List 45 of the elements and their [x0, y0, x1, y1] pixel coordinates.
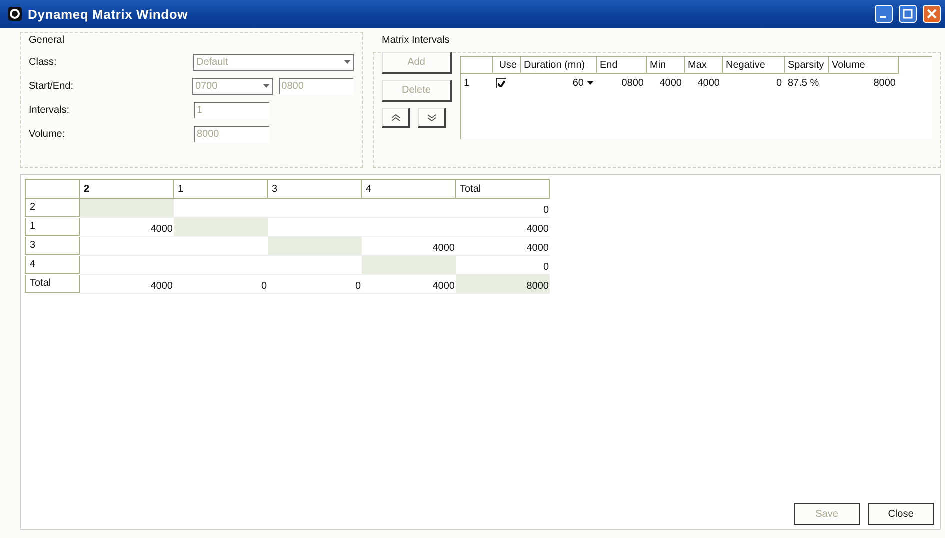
corner-cell — [25, 179, 80, 199]
column-header: Total — [456, 179, 550, 199]
duration-dropdown[interactable]: 60 — [572, 78, 594, 88]
column-header: Sparsity — [785, 57, 829, 74]
matrix-cell: 8000 — [456, 275, 550, 294]
window-title: Dynameq Matrix Window — [28, 6, 190, 22]
close-button[interactable] — [923, 5, 941, 23]
caret-icon — [587, 81, 594, 85]
table-cell-text: 0 — [775, 76, 783, 90]
column-header: 2 — [80, 179, 174, 199]
field-label: Volume: — [29, 128, 66, 140]
close-icon — [927, 9, 937, 19]
double-down-icon — [426, 114, 436, 122]
use-checkbox[interactable] — [496, 78, 506, 88]
table-cell-text: 4000 — [658, 76, 683, 90]
field-label: Intervals: — [29, 104, 71, 116]
maximize-button[interactable] — [899, 5, 917, 23]
row-number: 1 — [463, 76, 471, 90]
table-cell-text: 8000 — [872, 76, 897, 90]
column-header: Use — [493, 57, 521, 74]
group-title: General — [29, 35, 66, 46]
field-label: Class: — [29, 56, 58, 68]
group-title: Matrix Intervals — [382, 35, 451, 46]
column-header: Max — [685, 57, 723, 74]
table-cell-text: 0800 — [620, 76, 645, 90]
column-header: Volume — [829, 57, 899, 74]
maximize-icon — [903, 9, 913, 19]
field-label: Start/End: — [29, 80, 74, 92]
column-header: 1 — [174, 179, 268, 199]
table-cell-text: 87.5 % — [787, 76, 820, 90]
app-icon — [8, 7, 22, 21]
table-cell-text: 4000 — [696, 76, 721, 90]
caret-icon — [262, 84, 270, 88]
column-header: Duration (mn) — [521, 57, 597, 74]
caret-icon — [344, 60, 351, 64]
move-down-button[interactable] — [418, 108, 446, 128]
column-header: Min — [647, 57, 685, 74]
minimize-button[interactable] — [875, 5, 893, 23]
column-header: 3 — [268, 179, 362, 199]
column-header: End — [597, 57, 647, 74]
column-header: 4 — [362, 179, 456, 199]
close-button[interactable]: Close — [868, 503, 934, 525]
column-header: Negative — [723, 57, 785, 74]
move-up-button[interactable] — [382, 108, 410, 128]
double-up-icon — [390, 114, 400, 122]
